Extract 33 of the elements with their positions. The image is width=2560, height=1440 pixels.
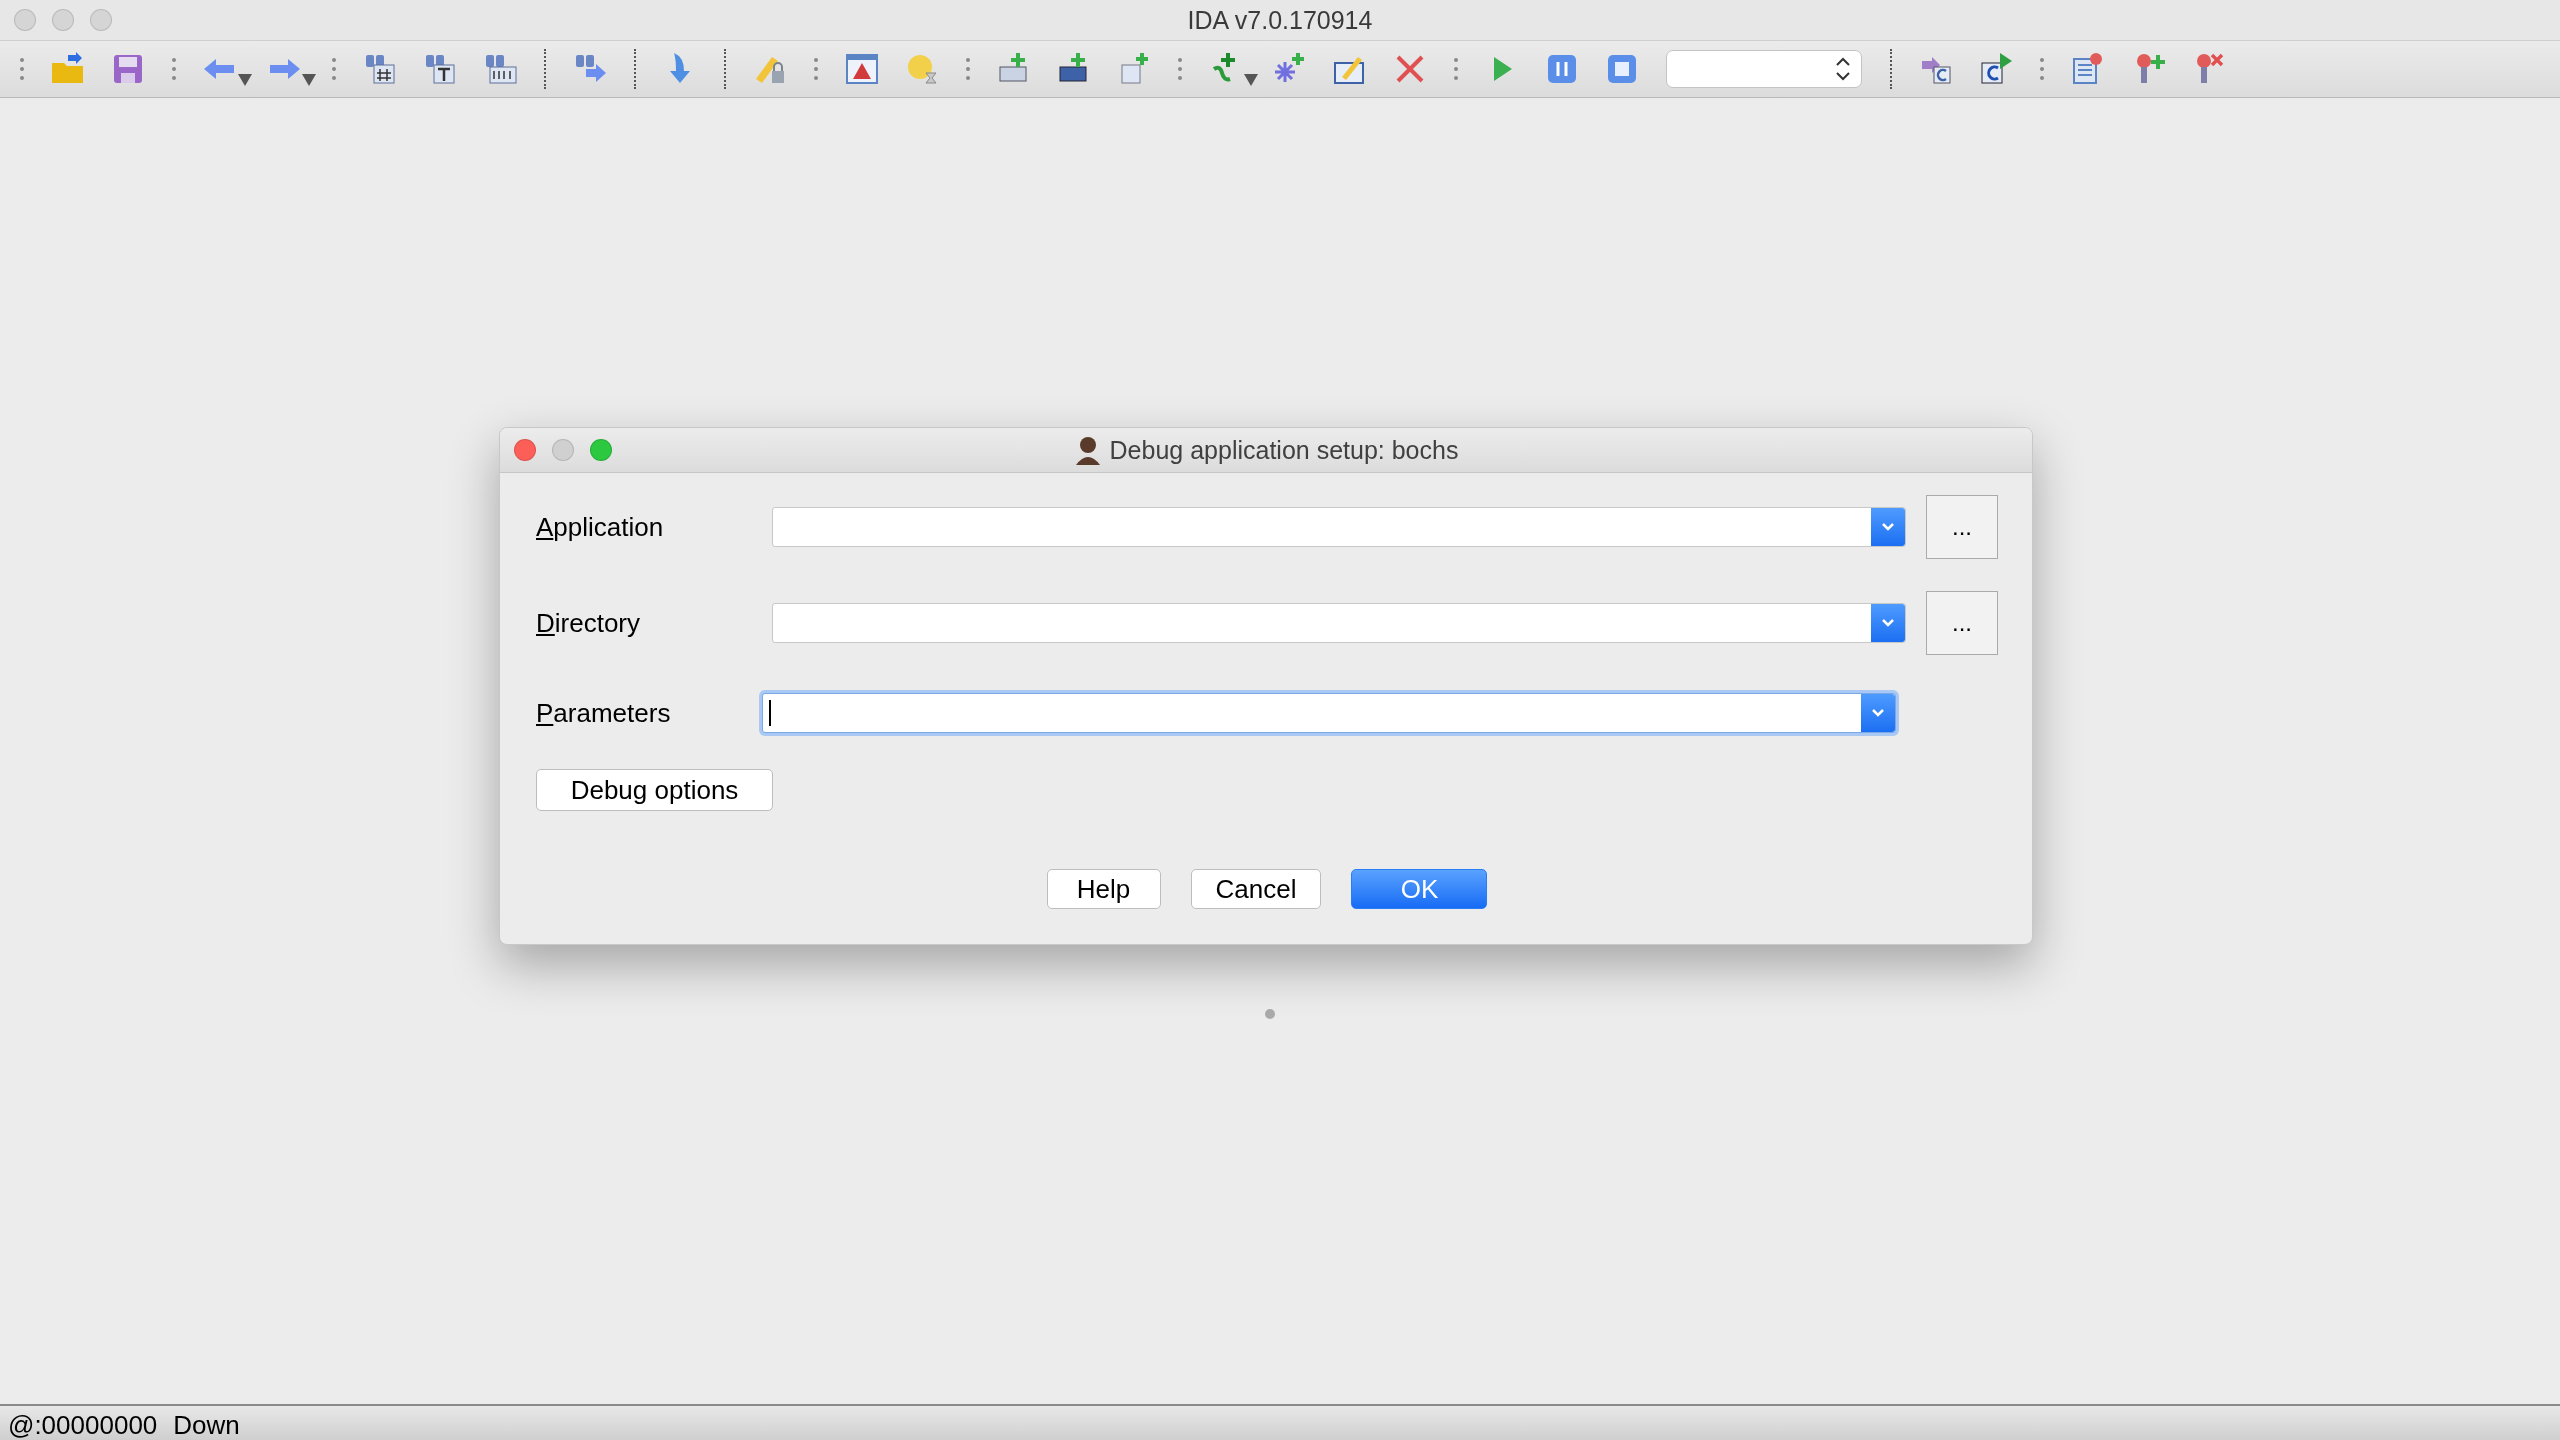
field-label: Parameters [536,697,672,729]
caret-icon[interactable] [238,74,252,86]
status-address: @:00000000 [8,1410,158,1440]
debugger-combo-box[interactable] [1666,50,1862,88]
combo-field[interactable] [762,693,1896,733]
combo-field[interactable] [772,603,1906,643]
close-button[interactable] [514,439,536,461]
chevron-down-icon [1870,707,1886,719]
debug-options-button[interactable]: Debug options [536,769,773,811]
minimize-button[interactable] [552,439,574,461]
combo-field[interactable] [772,507,1906,547]
dialog-title: Debug application setup: bochs [1109,435,1459,465]
dropdown-button[interactable] [1861,694,1895,732]
dropdown-button[interactable] [1871,508,1905,546]
chevron-down-icon [1880,521,1896,533]
browse-button[interactable]: ... [1926,495,1998,559]
text-cursor [769,700,771,726]
caret-icon[interactable] [1244,74,1258,86]
updown-icon [1835,56,1851,82]
dialog-button[interactable]: Help [1046,869,1161,909]
window-title: IDA v7.0.170914 [1187,5,1373,35]
dialog-button[interactable]: Cancel [1190,869,1322,909]
zoom-button[interactable] [590,439,612,461]
caret-icon[interactable] [302,74,316,86]
chevron-down-icon [1880,617,1896,629]
field-label: Application [536,511,665,543]
dialog-button[interactable]: OK [1351,869,1488,909]
status-state: Down [173,1410,240,1440]
dot-icon [1265,1009,1275,1019]
dropdown-button[interactable] [1871,604,1905,642]
field-label: Directory [536,607,642,639]
person-silhouette-icon [1073,435,1102,465]
browse-button[interactable]: ... [1926,591,1998,655]
